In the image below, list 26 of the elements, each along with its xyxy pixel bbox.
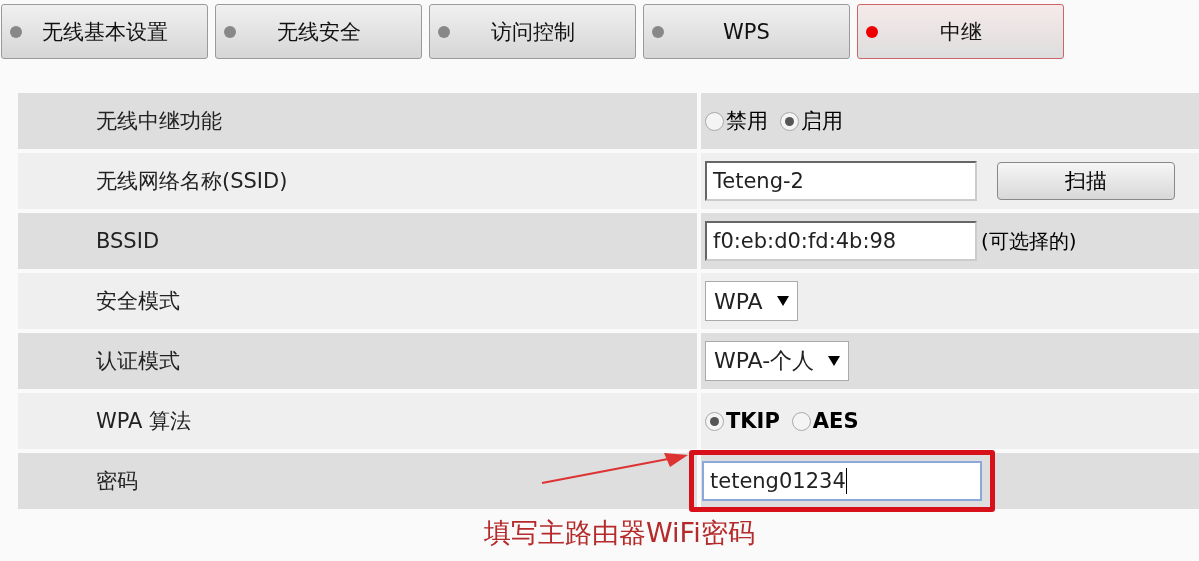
tab[interactable]: 访问控制 (429, 4, 636, 59)
table-cell: 无线中继功能 (18, 93, 697, 149)
table-cell: WPA 算法 (18, 393, 697, 449)
input-field[interactable]: Teteng-2 (705, 161, 977, 201)
radio-option[interactable]: TKIP (705, 409, 780, 433)
table-cell: BSSID (18, 213, 697, 269)
table-cell: 无线网络名称(SSID) (18, 153, 697, 209)
table-cell: 安全模式 (18, 273, 697, 329)
caret-icon (828, 356, 841, 366)
tab[interactable]: 中继 (857, 4, 1064, 59)
table-cell: 认证模式 (18, 333, 697, 389)
scan-button[interactable]: 扫描 (997, 162, 1175, 200)
radio-option[interactable]: 启用 (780, 107, 843, 135)
tab[interactable]: WPS (643, 4, 850, 59)
table-cell: 密码 (18, 453, 697, 509)
tab[interactable]: 无线基本设置 (1, 4, 208, 59)
input-field[interactable]: teteng01234 (702, 461, 982, 501)
radio-option[interactable]: 禁用 (705, 107, 768, 135)
tab[interactable]: 无线安全 (215, 4, 422, 59)
radio-option[interactable]: AES (791, 409, 859, 433)
annotation-text: 填写主路由器WiFi密码 (484, 516, 755, 550)
select-field[interactable]: WPA-个人 (705, 341, 850, 381)
input-field[interactable]: f0:eb:d0:fd:4b:98 (705, 221, 977, 261)
hint-text: (可选择的) (981, 227, 1077, 255)
select-field[interactable]: WPA (705, 281, 798, 321)
caret-icon (776, 296, 789, 306)
